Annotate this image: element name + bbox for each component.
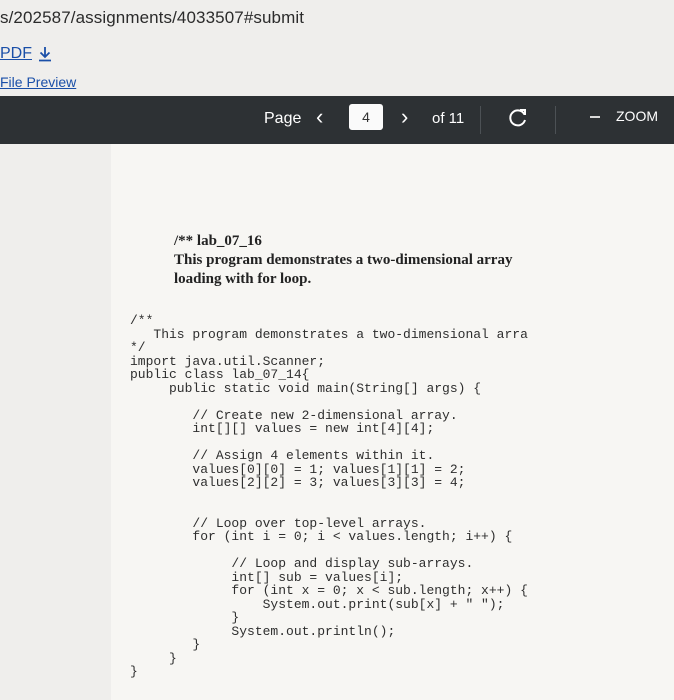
- description-line: loading with for loop.: [174, 271, 312, 287]
- pdf-viewer-toolbar: Page ‹ 4 › of 11 ZOOM: [0, 96, 674, 144]
- page-label: Page: [264, 110, 302, 127]
- pdf-link-label[interactable]: PDF: [0, 45, 32, 63]
- code-line: int[][] values = new int[4][4];: [130, 421, 435, 436]
- pdf-download-link[interactable]: PDF: [0, 45, 52, 63]
- current-page-input[interactable]: 4: [349, 104, 383, 130]
- zoom-out-button[interactable]: [590, 116, 600, 118]
- previous-page-button[interactable]: ‹: [316, 106, 323, 128]
- code-line: for (int i = 0; i < values.length; i++) …: [130, 529, 513, 544]
- code-line: values[2][2] = 3; values[3][3] = 4;: [130, 475, 466, 490]
- program-description: /** lab_07_16 This program demonstrates …: [174, 232, 512, 289]
- code-line: This program demonstrates a two-dimensio…: [130, 326, 528, 342]
- toolbar-divider: [480, 106, 481, 134]
- code-line: public static void main(String[] args) {: [130, 380, 482, 396]
- code-line: }: [130, 664, 138, 679]
- toolbar-divider: [555, 106, 556, 134]
- zoom-button[interactable]: ZOOM: [616, 108, 658, 124]
- download-arrow-icon[interactable]: [38, 46, 52, 62]
- total-pages-label: of 11: [432, 110, 465, 127]
- java-code-listing: /** This program demonstrates a two-dime…: [130, 314, 528, 679]
- description-line: This program demonstrates a two-dimensio…: [174, 252, 513, 268]
- description-line: /** lab_07_16: [174, 233, 262, 249]
- next-page-button[interactable]: ›: [401, 106, 408, 128]
- reload-icon[interactable]: [506, 106, 530, 130]
- file-preview-link[interactable]: File Preview: [0, 74, 76, 90]
- address-bar-url[interactable]: s/202587/assignments/4033507#submit: [0, 8, 304, 28]
